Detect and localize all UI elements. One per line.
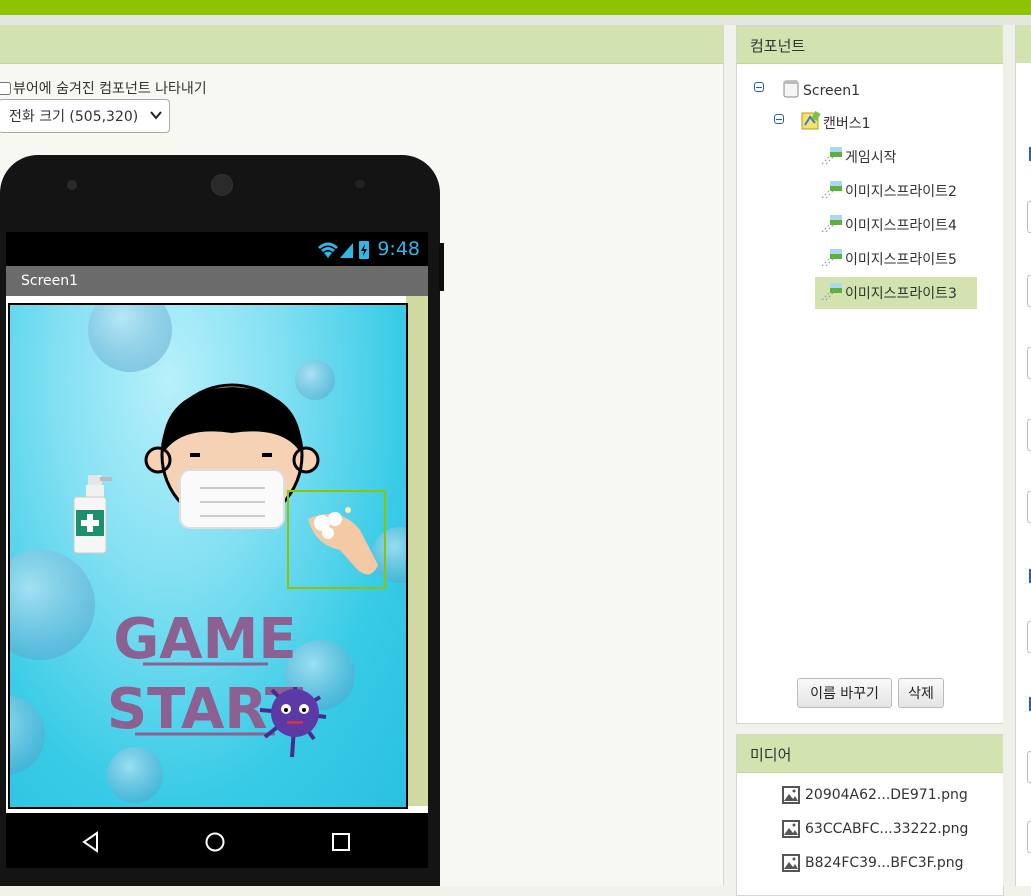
screen-size-value: 전화 크기 (505,320) (9, 109, 139, 125)
game-text: GAME (113, 607, 296, 672)
signal-icon (340, 243, 353, 258)
media-header: 미디어 (737, 735, 1003, 773)
properties-panel (1015, 25, 1031, 886)
washing-hands-sprite (287, 490, 386, 589)
image-file-icon (781, 785, 801, 805)
image-sprite-icon (821, 179, 843, 203)
tree-item-label: 이미지스프라이트5 (845, 252, 957, 268)
properties-header (1016, 25, 1031, 63)
screen-area: GAME START (6, 296, 428, 813)
viewer-panel: 뷰어에 숨겨진 컴포넌트 나타내기 전화 크기 (505,320) 9:48 S… (0, 25, 724, 886)
show-hidden-components-toggle[interactable]: 뷰어에 숨겨진 컴포넌트 나타내기 (0, 78, 207, 98)
chevron-down-icon (149, 108, 163, 126)
tree-item-canvas1[interactable]: 캔버스1 (801, 108, 871, 138)
navigation-bar (6, 813, 428, 868)
delete-button[interactable]: 삭제 (898, 678, 944, 708)
sanitizer-sprite (73, 475, 112, 554)
home-icon[interactable] (204, 831, 226, 857)
property-field[interactable] (1027, 275, 1031, 307)
tree-item-image-sprite4[interactable]: 이미지스프라이트4 (821, 210, 957, 240)
media-file-name: 20904A62...DE971.png (805, 787, 968, 803)
media-file-name: 63CCABFC...33222.png (805, 821, 969, 837)
image-file-icon (781, 819, 801, 839)
property-field[interactable] (1027, 751, 1031, 783)
viewer-header (0, 25, 723, 64)
top-accent-bar (0, 0, 1031, 15)
media-file[interactable]: 20904A62...DE971.png (781, 785, 968, 805)
collapse-screen1-icon[interactable] (754, 82, 764, 92)
tree-item-game-start[interactable]: 게임시작 (821, 142, 897, 172)
property-field[interactable] (1027, 821, 1031, 853)
property-field[interactable] (1027, 201, 1031, 233)
image-sprite-icon (821, 213, 843, 237)
wifi-icon (318, 242, 338, 258)
status-bar: 9:48 (6, 232, 428, 266)
tree-item-image-sprite3[interactable]: 이미지스프라이트3 (815, 277, 977, 309)
property-field[interactable] (1027, 419, 1031, 451)
media-file[interactable]: 63CCABFC...33222.png (781, 819, 968, 839)
property-field[interactable] (1027, 347, 1031, 379)
top-divider (0, 15, 1031, 25)
components-panel: 컴포넌트 Screen1 캔버스1 게임시작 이미지스프라이트2 이미지스프라이… (736, 25, 1004, 724)
canvas-component[interactable]: GAME START (8, 303, 408, 809)
screen-icon (783, 80, 799, 102)
tree-item-label: 게임시작 (845, 150, 897, 166)
phone-side-button (439, 243, 444, 291)
collapse-canvas1-icon[interactable] (774, 114, 784, 124)
tree-item-label: 이미지스프라이트4 (845, 218, 957, 234)
media-file-name: B824FC39...BFC3F.png (805, 855, 964, 871)
screen-title: Screen1 (21, 273, 79, 289)
image-file-icon (781, 853, 801, 873)
media-panel: 미디어 20904A62...DE971.png 63CCABFC...3322… (736, 734, 1004, 896)
show-hidden-checkbox[interactable] (0, 81, 11, 95)
tree-item-label: 이미지스프라이트3 (845, 286, 957, 302)
rename-button[interactable]: 이름 바꾸기 (797, 678, 892, 708)
phone-sensor (67, 180, 77, 190)
media-file[interactable]: B824FC39...BFC3F.png (781, 853, 964, 873)
phone-sensor-right (355, 180, 365, 188)
tree-item-label: Screen1 (803, 83, 861, 99)
property-field[interactable] (1027, 621, 1031, 653)
components-header: 컴포넌트 (737, 26, 1003, 64)
battery-icon (359, 241, 369, 259)
image-sprite-icon (821, 281, 843, 305)
phone-mockup: 9:48 Screen1 GAME START (0, 155, 444, 886)
image-sprite-icon (821, 247, 843, 271)
status-time: 9:48 (377, 238, 420, 260)
phone-camera (211, 174, 233, 196)
panel-gutter (1003, 25, 1015, 886)
show-hidden-label: 뷰어에 숨겨진 컴포넌트 나타내기 (13, 81, 207, 97)
tree-item-label: 캔버스1 (823, 116, 871, 132)
screen-size-select[interactable]: 전화 크기 (505,320) (0, 99, 170, 133)
tree-item-label: 이미지스프라이트2 (845, 184, 957, 200)
recents-icon[interactable] (330, 831, 352, 857)
tree-item-image-sprite2[interactable]: 이미지스프라이트2 (821, 176, 957, 206)
tree-item-image-sprite5[interactable]: 이미지스프라이트5 (821, 244, 957, 274)
image-sprite-icon (821, 145, 843, 169)
status-icons (316, 239, 370, 265)
canvas-icon (801, 111, 821, 135)
screen-side-strip (406, 296, 428, 806)
property-field[interactable] (1027, 491, 1031, 523)
tree-item-screen1[interactable]: Screen1 (783, 76, 860, 106)
screen-title-bar: Screen1 (6, 266, 428, 296)
back-icon[interactable] (80, 831, 102, 857)
masked-face-sprite (144, 383, 320, 529)
